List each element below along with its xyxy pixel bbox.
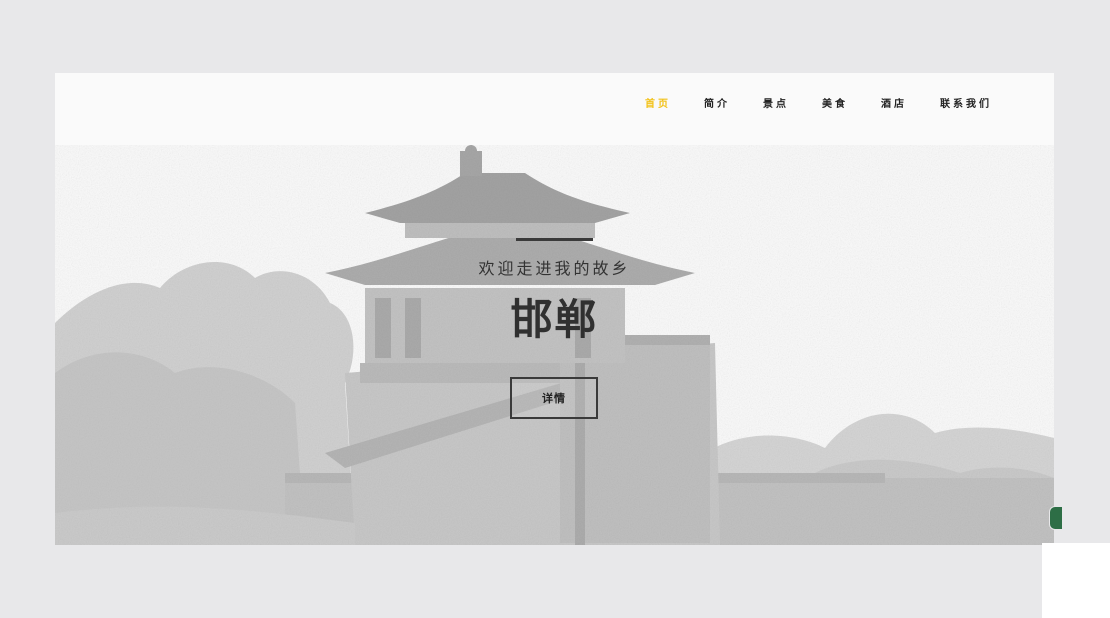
side-tab-icon[interactable] [1049,506,1063,530]
decorative-rule [516,238,593,241]
hero-subtitle: 欢迎走进我的故乡 [478,259,631,278]
details-button[interactable]: 详情 [510,377,598,419]
corner-panel [1042,543,1110,618]
hero-intro: 欢迎走进我的故乡 邯郸 详情 [55,73,1054,545]
hero-banner: 首页 简介 景点 美食 酒店 联系我们 欢迎走进我的故乡 邯郸 详情 [55,73,1054,545]
hero-title: 邯郸 [510,295,599,344]
